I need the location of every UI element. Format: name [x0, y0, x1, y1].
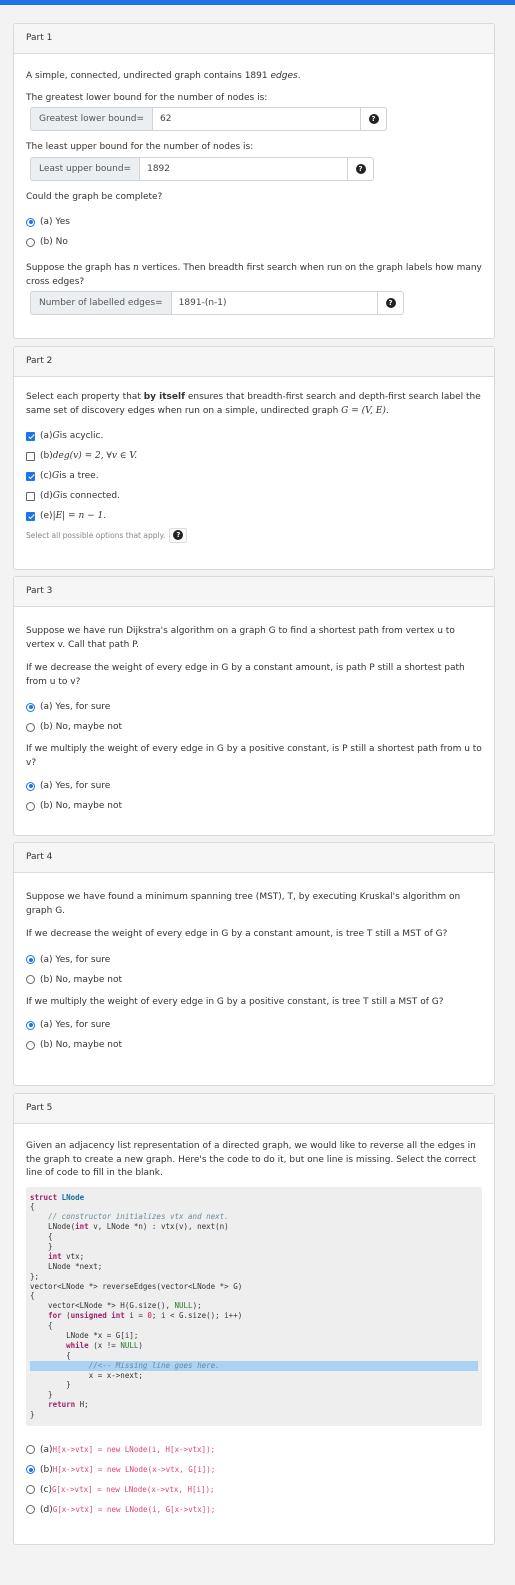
part1-q1: The greatest lower bound for the number …: [26, 92, 268, 103]
question-circle-icon: ?: [355, 163, 366, 174]
part1-intro: A simple, connected, undirected graph co…: [26, 71, 301, 81]
part2-option-c[interactable]: (c) G is a tree.: [26, 466, 482, 486]
part4-q1: If we decrease the weight of every edge …: [26, 929, 448, 939]
part2-option-b[interactable]: (b) deg(v) = 2, ∀v ∈ V.: [26, 446, 482, 466]
cross-help-button[interactable]: ?: [378, 291, 404, 315]
part2-option-a[interactable]: (a) G is acyclic.: [26, 426, 482, 446]
part2-option-e[interactable]: (e) |E| = n − 1.: [26, 506, 482, 526]
part3-q2-option-b[interactable]: (b) No, maybe not: [26, 796, 482, 816]
radio-unselected[interactable]: [26, 975, 35, 984]
part1-q4: Suppose the graph has n vertices. Then b…: [26, 263, 482, 287]
question-circle-icon: ?: [368, 114, 379, 124]
part5-title: Part 5: [14, 1094, 494, 1124]
part1-option-a[interactable]: (a) Yes: [26, 212, 482, 232]
checkbox-unchecked[interactable]: [26, 491, 35, 501]
part4-title: Part 4: [14, 843, 494, 873]
top-accent-bar: [0, 0, 515, 5]
part4-q1-option-b[interactable]: (b) No, maybe not: [26, 970, 482, 990]
part4-q1-option-a[interactable]: (a) Yes, for sure: [26, 950, 482, 970]
glb-help-button[interactable]: ?: [361, 107, 387, 131]
question-circle-icon: ?: [173, 530, 184, 540]
part2-title: Part 2: [14, 347, 494, 377]
radio-selected[interactable]: [26, 702, 35, 712]
part3-card: Part 3 Suppose we have run Dijkstra's al…: [13, 576, 495, 836]
missing-line-placeholder: //<-- Missing line goes here.: [30, 1360, 478, 1371]
part5-option-c[interactable]: (c) G[x->vtx] = new LNode(x->vtx, H[i]);: [26, 1480, 482, 1500]
radio-unselected[interactable]: [26, 801, 35, 811]
lub-input[interactable]: 1892: [139, 156, 348, 181]
part3-title: Part 3: [14, 577, 494, 607]
checkbox-checked[interactable]: [26, 431, 35, 441]
part3-q1-option-b[interactable]: (b) No, maybe not: [26, 717, 482, 737]
lub-help-button[interactable]: ?: [348, 156, 374, 181]
checkbox-checked[interactable]: [26, 511, 35, 521]
checkbox-unchecked[interactable]: [26, 451, 35, 461]
glb-input[interactable]: 62: [152, 107, 361, 131]
part2-hint: Select all possible options that apply.?: [26, 526, 482, 544]
radio-unselected[interactable]: [26, 1505, 35, 1515]
glb-input-group: Greatest lower bound= 62 ?: [30, 107, 387, 131]
radio-selected[interactable]: [26, 217, 35, 227]
part4-intro: Suppose we have found a minimum spanning…: [26, 892, 461, 916]
part3-intro: Suppose we have run Dijkstra's algorithm…: [26, 626, 455, 650]
part4-q2: If we multiply the weight of every edge …: [26, 996, 444, 1007]
radio-unselected[interactable]: [26, 1445, 35, 1455]
cross-label: Number of labelled edges=: [30, 291, 171, 315]
part1-title: Part 1: [14, 24, 494, 54]
part2-card: Part 2 Select each property that by itse…: [13, 346, 495, 570]
part5-option-a[interactable]: (a) H[x->vtx] = new LNode(i, H[x->vtx]);: [26, 1440, 482, 1460]
radio-unselected[interactable]: [26, 237, 35, 247]
part4-card: Part 4 Suppose we have found a minimum s…: [13, 842, 495, 1086]
part4-q2-option-b[interactable]: (b) No, maybe not: [26, 1035, 482, 1055]
part3-q1: If we decrease the weight of every edge …: [26, 663, 465, 687]
part1-q2: The least upper bound for the number of …: [26, 142, 254, 152]
lub-input-group: Least upper bound= 1892 ?: [30, 156, 374, 181]
radio-selected[interactable]: [26, 1020, 35, 1030]
question-circle-icon: ?: [385, 298, 396, 308]
glb-label: Greatest lower bound=: [30, 107, 153, 131]
radio-selected[interactable]: [26, 1465, 35, 1475]
part5-intro: Given an adjacency list representation o…: [26, 1141, 476, 1178]
part3-q2-option-a[interactable]: (a) Yes, for sure: [26, 776, 482, 796]
radio-unselected[interactable]: [26, 1040, 35, 1050]
code-block: struct LNode { // constructor initialize…: [26, 1186, 482, 1426]
part1-option-b[interactable]: (b) No: [26, 232, 482, 252]
lub-label: Least upper bound=: [30, 156, 140, 181]
radio-unselected[interactable]: [26, 1485, 35, 1495]
part5-option-d[interactable]: (d) G[x->vtx] = new LNode(i, G[x->vtx]);: [26, 1500, 482, 1520]
hint-help-button[interactable]: ?: [169, 527, 188, 543]
part3-q1-option-a[interactable]: (a) Yes, for sure: [26, 697, 482, 717]
part2-prompt: Select each property that by itself ensu…: [26, 392, 481, 416]
part4-q2-option-a[interactable]: (a) Yes, for sure: [26, 1015, 482, 1035]
part3-q2: If we multiply the weight of every edge …: [26, 744, 482, 768]
cross-input-group: Number of labelled edges= 1891-(n-1) ?: [30, 291, 404, 315]
cross-input[interactable]: 1891-(n-1): [170, 291, 378, 315]
part1-card: Part 1 A simple, connected, undirected g…: [13, 23, 495, 339]
part2-option-d[interactable]: (d) G is connected.: [26, 486, 482, 506]
part1-q3: Could the graph be complete?: [26, 191, 163, 202]
part5-card: Part 5 Given an adjacency list represent…: [13, 1093, 495, 1545]
radio-selected[interactable]: [26, 955, 35, 964]
checkbox-checked[interactable]: [26, 471, 35, 481]
part5-option-b[interactable]: (b) H[x->vtx] = new LNode(x->vtx, G[i]);: [26, 1460, 482, 1480]
radio-selected[interactable]: [26, 781, 35, 791]
radio-unselected[interactable]: [26, 722, 35, 732]
